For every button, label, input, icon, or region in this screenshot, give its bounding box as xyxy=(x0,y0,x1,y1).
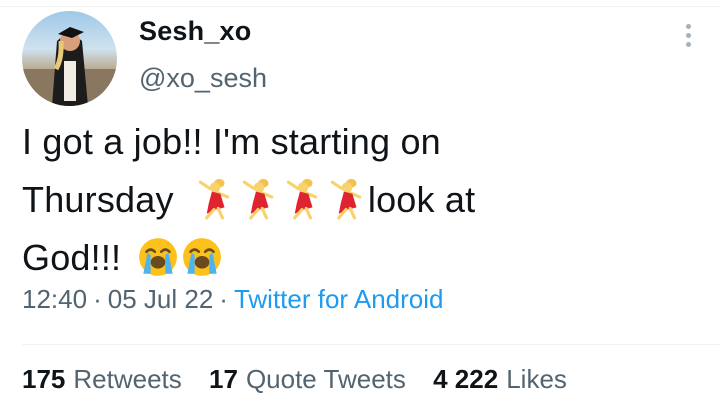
tweet-meta: 12:40 · 05 Jul 22 · Twitter for Android xyxy=(22,284,444,315)
woman-dancing-emoji xyxy=(236,178,278,220)
tweet-line-2: Thursday look at xyxy=(22,178,476,220)
tweet-line-3: God!!! xyxy=(22,229,702,287)
avatar[interactable] xyxy=(22,11,117,106)
avatar-photo xyxy=(22,27,117,106)
tweet-text: I got a job!! I'm starting on Thursday l… xyxy=(22,113,702,287)
more-options-icon[interactable] xyxy=(684,24,692,48)
loudly-crying-face-emoji xyxy=(137,236,179,278)
retweets-label: Retweets xyxy=(73,364,182,394)
quote-tweets-stat[interactable]: 17 Quote Tweets xyxy=(209,364,406,394)
woman-dancing-emoji xyxy=(192,178,234,220)
woman-dancing-emoji xyxy=(324,178,366,220)
likes-label: Likes xyxy=(506,364,567,394)
display-name[interactable]: Sesh_xo xyxy=(139,16,251,47)
retweets-stat[interactable]: 175 Retweets xyxy=(22,364,182,394)
quote-tweets-label: Quote Tweets xyxy=(245,364,406,394)
separator-dot: · xyxy=(93,284,102,314)
retweets-count: 175 xyxy=(22,364,66,394)
woman-dancing-emoji xyxy=(280,178,322,220)
source-link[interactable]: Twitter for Android xyxy=(234,284,444,314)
user-handle[interactable]: @xo_sesh xyxy=(139,63,267,94)
tweet-date[interactable]: 05 Jul 22 xyxy=(108,284,214,314)
separator-dot: · xyxy=(219,284,228,314)
stats-divider xyxy=(22,344,720,345)
tweet-stats: 175 Retweets 17 Quote Tweets 4 222 Likes xyxy=(22,364,587,395)
top-divider xyxy=(0,6,720,7)
likes-stat[interactable]: 4 222 Likes xyxy=(433,364,567,394)
quote-tweets-count: 17 xyxy=(209,364,238,394)
loudly-crying-face-emoji xyxy=(181,236,223,278)
likes-count: 4 222 xyxy=(433,364,499,394)
tweet-time[interactable]: 12:40 xyxy=(22,284,87,314)
tweet-line-1: I got a job!! I'm starting on xyxy=(22,121,441,162)
